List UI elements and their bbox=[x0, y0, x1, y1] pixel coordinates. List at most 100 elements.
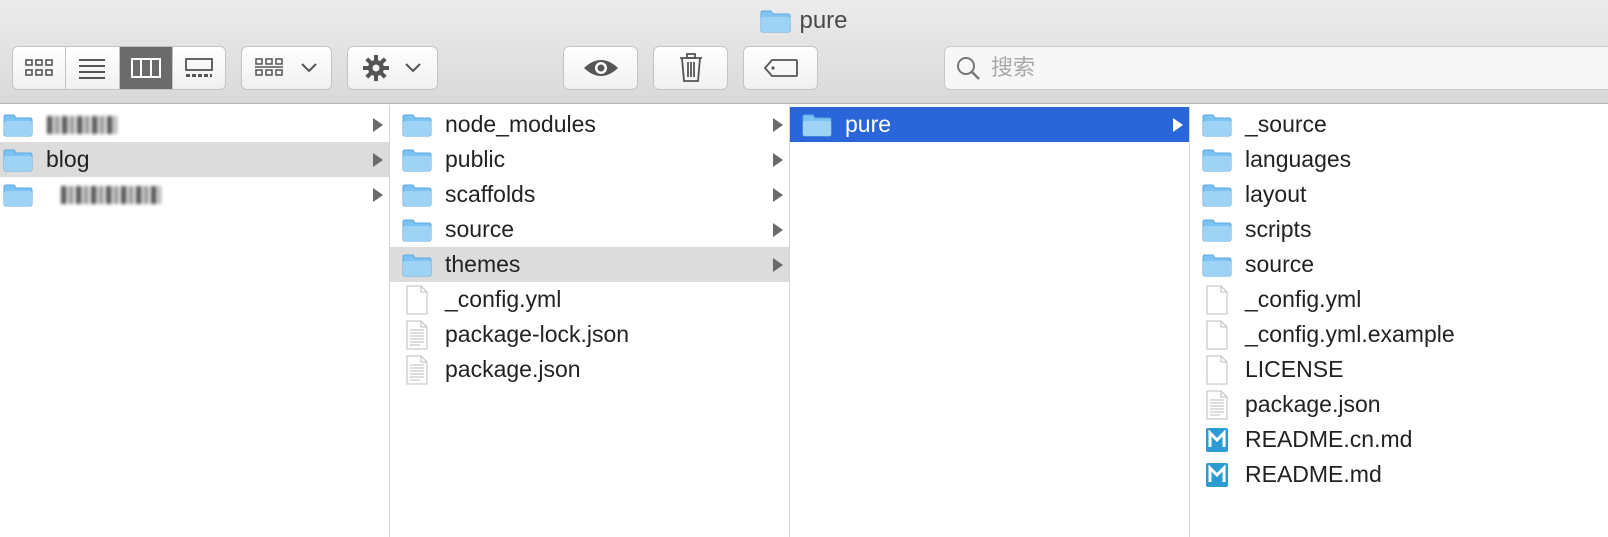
file-item[interactable]: LICENSE bbox=[1190, 352, 1608, 387]
disclosure-arrow-icon bbox=[773, 187, 783, 202]
item-icon bbox=[1202, 113, 1232, 137]
folder-icon bbox=[3, 184, 33, 206]
window-title: pure bbox=[799, 7, 848, 34]
file-item[interactable]: README.cn.md bbox=[1190, 422, 1608, 457]
file-item[interactable]: _config.yml bbox=[390, 282, 789, 317]
disclosure-arrow-icon bbox=[773, 117, 783, 132]
eye-icon bbox=[583, 60, 618, 76]
item-label: layout bbox=[1245, 181, 1307, 207]
folder-item[interactable]: public bbox=[390, 142, 789, 177]
column-view-button[interactable] bbox=[119, 47, 173, 89]
disclosure-arrow-icon bbox=[773, 222, 783, 237]
folder-item[interactable]: node_modules bbox=[390, 107, 789, 142]
folder-item[interactable]: blog bbox=[0, 142, 389, 177]
item-icon bbox=[1202, 462, 1232, 487]
column-view-icon bbox=[130, 58, 161, 78]
item-icon bbox=[402, 253, 432, 277]
item-label: package.json bbox=[1245, 391, 1381, 417]
markdown-file-icon bbox=[1206, 462, 1228, 487]
folder-item[interactable]: themes bbox=[390, 247, 789, 282]
folder-icon bbox=[760, 10, 791, 33]
gallery-view-button[interactable] bbox=[173, 47, 225, 89]
folder-item[interactable]: source bbox=[1190, 247, 1608, 282]
folder-item[interactable]: source bbox=[390, 212, 789, 247]
action-menu-button[interactable] bbox=[347, 46, 438, 90]
item-icon bbox=[1202, 427, 1232, 452]
item-icon bbox=[1202, 253, 1232, 277]
item-label: README.cn.md bbox=[1245, 426, 1413, 452]
folder-item[interactable]: _source bbox=[1190, 107, 1608, 142]
file-icon bbox=[1206, 320, 1228, 349]
folder-item[interactable] bbox=[0, 107, 389, 142]
column-4[interactable]: _source languages layout scripts source _conf… bbox=[1190, 105, 1608, 537]
file-item[interactable]: package.json bbox=[390, 352, 789, 387]
item-icon bbox=[1202, 218, 1232, 242]
tags-button[interactable] bbox=[743, 46, 818, 90]
item-icon bbox=[3, 183, 33, 207]
folder-icon bbox=[3, 149, 33, 171]
folder-icon bbox=[802, 114, 832, 136]
item-label: package-lock.json bbox=[445, 321, 630, 347]
group-icon bbox=[254, 58, 283, 76]
item-icon bbox=[402, 355, 432, 384]
search-field[interactable] bbox=[944, 46, 1608, 90]
folder-item[interactable]: languages bbox=[1190, 142, 1608, 177]
quick-look-button[interactable] bbox=[563, 46, 638, 90]
disclosure-arrow-icon bbox=[373, 187, 383, 202]
file-icon bbox=[1206, 285, 1228, 314]
file-item[interactable]: _config.yml.example bbox=[1190, 317, 1608, 352]
item-label: package.json bbox=[445, 356, 581, 382]
folder-item[interactable] bbox=[0, 177, 389, 212]
item-label: public bbox=[445, 146, 506, 172]
item-label: node_modules bbox=[445, 111, 596, 137]
group-by-button[interactable] bbox=[241, 46, 332, 90]
list-view-button[interactable] bbox=[66, 47, 120, 89]
disclosure-arrow-icon bbox=[773, 152, 783, 167]
tag-icon bbox=[763, 59, 798, 77]
text-file-icon bbox=[1206, 390, 1228, 419]
view-mode-control[interactable] bbox=[12, 46, 226, 90]
item-icon bbox=[1202, 320, 1232, 349]
folder-icon bbox=[1202, 254, 1232, 276]
file-icon bbox=[406, 285, 428, 314]
column-1[interactable]: blog bbox=[0, 105, 390, 537]
search-input[interactable] bbox=[989, 54, 1553, 82]
item-icon bbox=[1202, 285, 1232, 314]
item-icon bbox=[402, 320, 432, 349]
file-item[interactable]: package-lock.json bbox=[390, 317, 789, 352]
folder-icon bbox=[1202, 184, 1232, 206]
trash-icon bbox=[679, 53, 702, 82]
item-label: source bbox=[1245, 251, 1315, 277]
file-item[interactable]: _config.yml bbox=[1190, 282, 1608, 317]
window-title-bar: pure bbox=[0, 6, 1608, 36]
file-item[interactable]: README.md bbox=[1190, 457, 1608, 492]
item-icon bbox=[3, 113, 33, 137]
item-label: pure bbox=[845, 111, 892, 137]
gear-icon bbox=[362, 55, 389, 81]
item-icon bbox=[802, 113, 832, 137]
folder-icon bbox=[402, 114, 432, 136]
folder-item[interactable]: pure bbox=[790, 107, 1189, 142]
item-icon bbox=[402, 113, 432, 137]
item-label: blog bbox=[46, 146, 90, 172]
column-3[interactable]: pure bbox=[790, 105, 1190, 537]
search-icon bbox=[957, 57, 980, 80]
file-item[interactable]: package.json bbox=[1190, 387, 1608, 422]
item-icon bbox=[1202, 390, 1232, 419]
trash-button[interactable] bbox=[653, 46, 728, 90]
folder-icon bbox=[402, 254, 432, 276]
text-file-icon bbox=[406, 355, 428, 384]
folder-icon bbox=[1202, 114, 1232, 136]
item-label: _config.yml.example bbox=[1245, 321, 1455, 347]
folder-icon bbox=[402, 149, 432, 171]
folder-item[interactable]: layout bbox=[1190, 177, 1608, 212]
folder-icon bbox=[402, 184, 432, 206]
chevron-down-icon bbox=[404, 63, 421, 73]
folder-item[interactable]: scripts bbox=[1190, 212, 1608, 247]
folder-icon bbox=[1202, 149, 1232, 171]
item-label: _config.yml bbox=[1245, 286, 1362, 312]
icon-view-button[interactable] bbox=[13, 47, 67, 89]
column-2[interactable]: node_modulespublic scaffolds source themes _… bbox=[390, 105, 790, 537]
item-label: README.md bbox=[1245, 461, 1382, 487]
folder-item[interactable]: scaffolds bbox=[390, 177, 789, 212]
